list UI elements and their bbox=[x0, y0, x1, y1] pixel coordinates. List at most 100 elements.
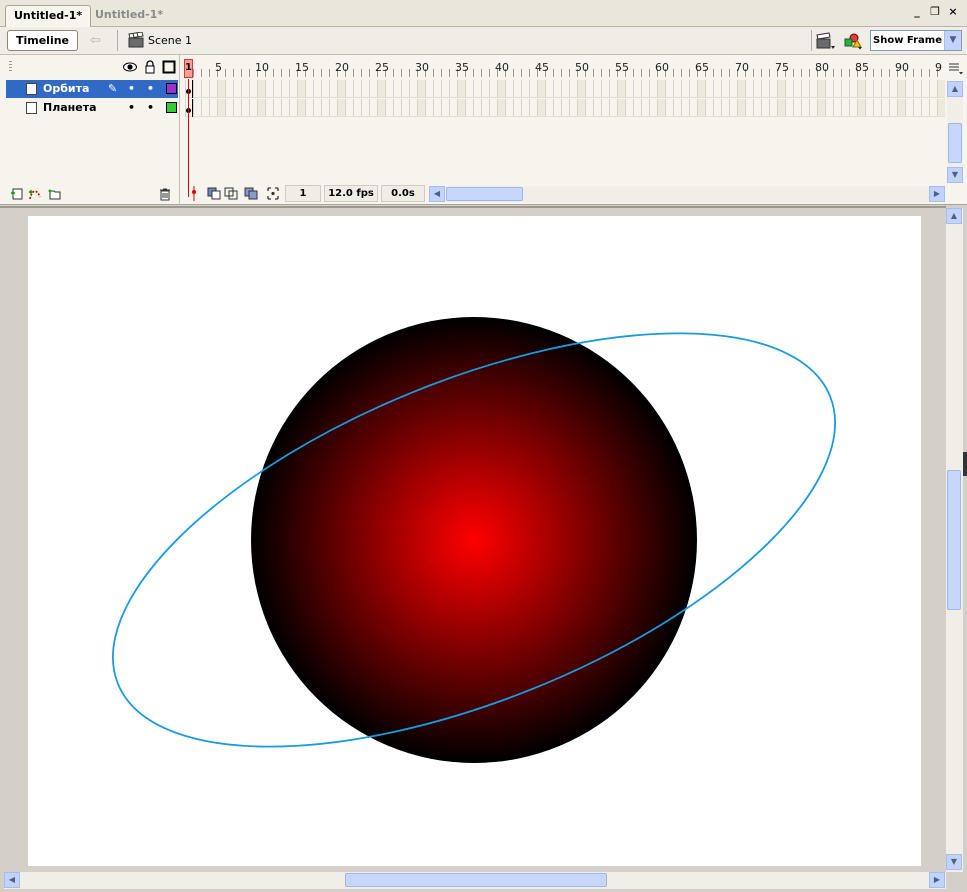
ruler-label: 65 bbox=[695, 61, 709, 74]
timeline-panel: Орбита ✎ • • Планета • • 1 5 10 15 20 25… bbox=[0, 55, 967, 205]
frame-ruler[interactable]: 1 5 10 15 20 25 30 35 40 45 50 55 60 65 … bbox=[181, 57, 945, 79]
scene-label: Scene 1 bbox=[148, 34, 193, 47]
insert-folder-icon[interactable] bbox=[48, 187, 62, 201]
ruler-label: 80 bbox=[815, 61, 829, 74]
lock-dot-icon[interactable]: • bbox=[147, 82, 154, 95]
zoom-select[interactable]: Show Frame ▼ bbox=[870, 30, 962, 51]
ruler-label: 60 bbox=[655, 61, 669, 74]
scroll-left-icon[interactable]: ◀ bbox=[4, 872, 20, 888]
ruler-label: 90 bbox=[895, 61, 909, 74]
trash-icon[interactable] bbox=[158, 187, 172, 201]
close-icon[interactable]: × bbox=[947, 6, 959, 18]
elapsed-time-field: 0.0s bbox=[381, 185, 425, 202]
scroll-up-icon[interactable]: ▲ bbox=[946, 208, 962, 224]
visibility-dot-icon[interactable]: • bbox=[128, 82, 135, 95]
onion-skin-icon[interactable] bbox=[207, 186, 221, 201]
ruler-label: 30 bbox=[415, 61, 429, 74]
stage-canvas[interactable] bbox=[28, 216, 921, 866]
outline-icon[interactable] bbox=[162, 60, 176, 74]
ruler-label: 5 bbox=[215, 61, 222, 74]
zoom-select-value: Show Frame bbox=[873, 35, 942, 46]
layer-name: Планета bbox=[43, 101, 97, 114]
timeline-menu-icon[interactable] bbox=[947, 61, 965, 75]
scroll-left-icon[interactable]: ◀ bbox=[429, 186, 445, 202]
frame-row-planet[interactable] bbox=[185, 99, 945, 117]
layers-footer bbox=[0, 183, 180, 205]
document-tab-inactive[interactable]: Untitled-1* bbox=[87, 5, 171, 27]
toolbar-separator bbox=[117, 30, 118, 51]
restore-icon[interactable]: ❐ bbox=[929, 6, 941, 18]
keyframe-cell[interactable] bbox=[185, 99, 193, 117]
ruler-label: 9 bbox=[935, 61, 942, 74]
timeline-toggle-button[interactable]: Timeline bbox=[7, 30, 78, 51]
window-controls: _ ❐ × bbox=[911, 6, 959, 18]
frame-rate-field[interactable]: 12.0 fps bbox=[324, 185, 378, 202]
ruler-label: 45 bbox=[535, 61, 549, 74]
onion-skin-outlines-icon[interactable] bbox=[224, 186, 238, 201]
timeline-status-bar: 1 12.0 fps 0.0s ◀ ▶ bbox=[181, 183, 967, 205]
visibility-dot-icon[interactable]: • bbox=[128, 101, 135, 114]
chevron-down-icon[interactable]: ▼ bbox=[944, 31, 961, 50]
ruler-label: 40 bbox=[495, 61, 509, 74]
edit-multiple-frames-icon[interactable] bbox=[244, 186, 258, 201]
keyframe-cell[interactable] bbox=[185, 80, 193, 98]
scroll-thumb[interactable] bbox=[948, 123, 962, 163]
layers-pane: Орбита ✎ • • Планета • • bbox=[0, 55, 180, 205]
eye-icon[interactable] bbox=[123, 60, 137, 74]
playhead-marker[interactable]: 1 bbox=[184, 59, 193, 78]
ruler-label: 50 bbox=[575, 61, 589, 74]
add-motion-guide-icon[interactable] bbox=[28, 187, 42, 201]
playhead-line bbox=[188, 79, 189, 197]
stage-horizontal-scrollbar[interactable]: ◀ ▶ bbox=[4, 872, 946, 889]
modify-onion-markers-icon[interactable] bbox=[266, 186, 280, 201]
layer-page-icon bbox=[26, 83, 37, 95]
scroll-thumb[interactable] bbox=[345, 873, 607, 887]
scroll-down-icon[interactable]: ▼ bbox=[946, 854, 962, 870]
timeline-horizontal-scrollbar[interactable]: ◀ ▶ bbox=[429, 186, 945, 202]
ruler-label: 25 bbox=[375, 61, 389, 74]
ruler-label: 70 bbox=[735, 61, 749, 74]
ruler-label: 55 bbox=[615, 61, 629, 74]
frame-row-orbit[interactable] bbox=[185, 80, 945, 98]
layer-row-planet[interactable]: Планета • • bbox=[6, 99, 178, 117]
scroll-thumb[interactable] bbox=[947, 470, 961, 610]
planet-circle[interactable] bbox=[251, 317, 697, 763]
edit-scene-icon[interactable] bbox=[816, 32, 836, 50]
document-tab-active[interactable]: Untitled-1* bbox=[5, 5, 92, 27]
lock-dot-icon[interactable]: • bbox=[147, 101, 154, 114]
scroll-up-icon[interactable]: ▲ bbox=[947, 81, 963, 97]
toolbar-separator bbox=[811, 30, 812, 51]
scroll-down-icon[interactable]: ▼ bbox=[947, 167, 963, 183]
pencil-icon: ✎ bbox=[108, 82, 118, 95]
scroll-right-icon[interactable]: ▶ bbox=[929, 872, 945, 888]
insert-layer-icon[interactable] bbox=[10, 187, 24, 201]
frames-pane: 1 5 10 15 20 25 30 35 40 45 50 55 60 65 … bbox=[181, 55, 967, 205]
ruler-label: 75 bbox=[775, 61, 789, 74]
layer-page-icon bbox=[26, 102, 37, 114]
layer-name: Орбита bbox=[43, 82, 90, 95]
scroll-thumb[interactable] bbox=[446, 187, 523, 201]
document-tab-bar: Untitled-1* Untitled-1* _ ❐ × bbox=[0, 0, 967, 27]
ruler-label: 85 bbox=[855, 61, 869, 74]
layer-outline-color-swatch[interactable] bbox=[166, 83, 177, 94]
center-frame-icon[interactable] bbox=[187, 186, 201, 201]
stage-area bbox=[0, 206, 946, 872]
scene-clapper-icon bbox=[128, 32, 144, 48]
ruler-label: 10 bbox=[255, 61, 269, 74]
minimize-icon[interactable]: _ bbox=[911, 6, 923, 18]
timeline-vertical-scrollbar[interactable]: ▲ ▼ bbox=[947, 81, 963, 183]
edit-bar: Timeline ⇦ Scene 1 Show Frame ▼ bbox=[0, 27, 967, 55]
stage-vertical-scrollbar[interactable]: ▲ ▼ bbox=[946, 208, 963, 872]
back-arrow-icon[interactable]: ⇦ bbox=[90, 33, 101, 48]
layer-row-orbit[interactable]: Орбита ✎ • • bbox=[6, 80, 178, 98]
panel-grip-icon[interactable] bbox=[9, 61, 12, 73]
ruler-label: 15 bbox=[295, 61, 309, 74]
scroll-right-icon[interactable]: ▶ bbox=[929, 186, 945, 202]
edit-symbols-icon[interactable] bbox=[843, 32, 863, 50]
layer-outline-color-swatch[interactable] bbox=[166, 102, 177, 113]
stage-artwork bbox=[112, 317, 836, 763]
panel-collapse-notch[interactable] bbox=[963, 452, 967, 476]
current-frame-field: 1 bbox=[285, 185, 321, 202]
ruler-label: 35 bbox=[455, 61, 469, 74]
lock-icon[interactable] bbox=[143, 60, 157, 74]
